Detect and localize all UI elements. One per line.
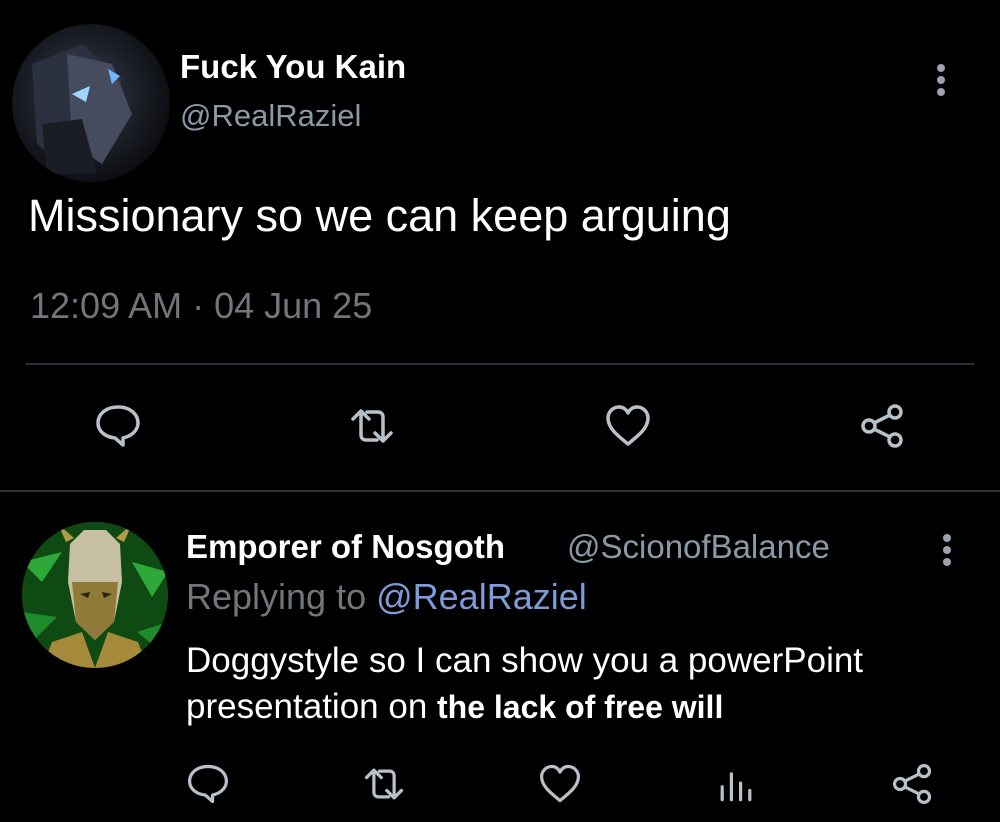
display-name[interactable]: Emporer of Nosgoth (186, 528, 505, 566)
share-button[interactable] (880, 752, 944, 816)
divider (26, 363, 974, 365)
like-button[interactable] (528, 752, 592, 816)
more-options-button[interactable] (932, 530, 962, 570)
tweet-text: Missionary so we can keep arguing (28, 190, 731, 241)
mention-link[interactable]: @RealRaziel (376, 576, 587, 617)
reply-text: Doggystyle so I can show you a powerPoin… (186, 638, 986, 730)
analytics-button[interactable] (704, 752, 768, 816)
avatar[interactable] (12, 24, 170, 182)
avatar[interactable] (22, 522, 168, 668)
share-icon (861, 404, 903, 448)
reply-text-bold: the lack of free will (437, 689, 724, 725)
more-vertical-icon (943, 534, 951, 566)
retweet-icon (364, 768, 404, 800)
reply-icon (187, 764, 229, 804)
reply-icon (96, 405, 140, 447)
raziel-avatar-icon (32, 44, 132, 174)
share-button[interactable] (850, 394, 914, 458)
replying-to-label: Replying to (186, 576, 377, 617)
reply-button[interactable] (86, 394, 150, 458)
like-icon (606, 405, 650, 446)
divider (0, 490, 1000, 492)
share-icon (892, 763, 932, 805)
replying-to-line: Replying to @RealRaziel (186, 576, 587, 618)
user-handle[interactable]: @ScionofBalance (567, 528, 830, 566)
more-options-button[interactable] (926, 60, 956, 100)
retweet-button[interactable] (352, 752, 416, 816)
tweet-timestamp[interactable]: 12:09 AM · 04 Jun 25 (30, 285, 372, 327)
more-vertical-icon (937, 64, 945, 96)
user-handle[interactable]: @RealRaziel (180, 98, 361, 134)
like-icon (539, 764, 581, 803)
display-name[interactable]: Fuck You Kain (180, 48, 406, 86)
analytics-icon (720, 772, 752, 802)
kain-avatar-icon (22, 522, 168, 668)
retweet-button[interactable] (340, 394, 404, 458)
reply-button[interactable] (176, 752, 240, 816)
retweet-icon (351, 409, 393, 443)
like-button[interactable] (596, 394, 660, 458)
